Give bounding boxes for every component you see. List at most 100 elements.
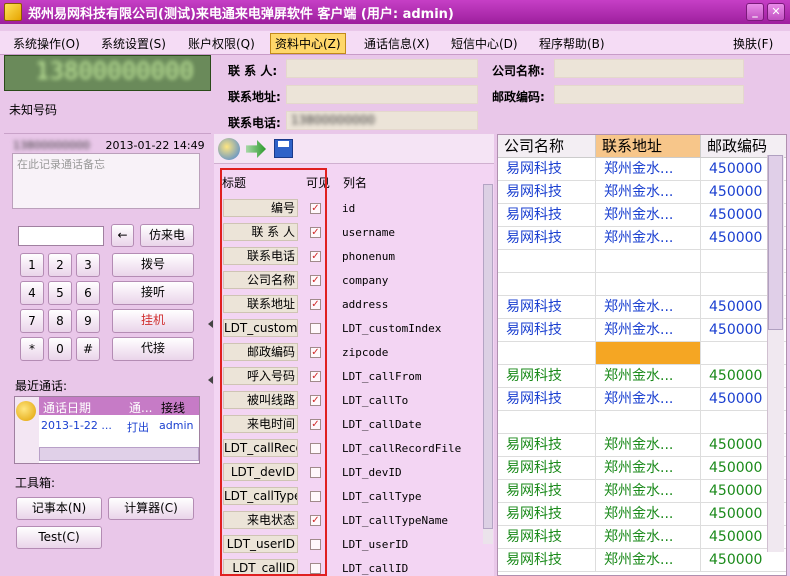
zip-field[interactable]: [554, 85, 744, 104]
field-column-name: phonenum: [342, 250, 395, 263]
grid-cell-company[interactable]: 易网科技: [498, 158, 596, 181]
recent-row[interactable]: 2013-1-22 ... 打出 admin: [39, 417, 199, 435]
grid-cell-address[interactable]: 郑州金水...: [596, 434, 701, 457]
grid-cell-company[interactable]: 易网科技: [498, 480, 596, 503]
address-field[interactable]: [286, 85, 478, 104]
grid-cell-address[interactable]: 郑州金水...: [596, 526, 701, 549]
fake-call-button[interactable]: 仿来电: [140, 224, 194, 247]
key-8[interactable]: 8: [48, 309, 72, 333]
notepad-button[interactable]: 记事本(N): [16, 497, 102, 520]
grid-cell-company[interactable]: 易网科技: [498, 227, 596, 250]
contact-name-field[interactable]: [286, 59, 478, 78]
close-button[interactable]: ✕: [767, 3, 785, 21]
grid-cell-address[interactable]: 郑州金水...: [596, 204, 701, 227]
key-7[interactable]: 7: [20, 309, 44, 333]
collapse-left-icon[interactable]: [208, 320, 213, 328]
phone-field-value: 13800000000: [291, 113, 375, 127]
title-bar: 郑州易网科技有限公司(测试)来电通来电弹屏软件 客户端 (用户: admin) …: [0, 0, 790, 24]
key-3[interactable]: 3: [76, 253, 100, 277]
menu-system-ops[interactable]: 系统操作(O): [13, 35, 80, 52]
field-column-name: LDT_callType: [342, 490, 422, 503]
key-6[interactable]: 6: [76, 281, 100, 305]
settings-icon[interactable]: [218, 138, 240, 160]
grid-cell-zip[interactable]: 450000: [701, 549, 786, 572]
calculator-button[interactable]: 计算器(C): [108, 497, 194, 520]
grid-cell-address[interactable]: 郑州金水...: [596, 457, 701, 480]
menu-call-info[interactable]: 通话信息(X): [364, 35, 430, 52]
transfer-button[interactable]: 代接: [112, 337, 194, 361]
field-config-scroll-thumb[interactable]: [483, 184, 493, 529]
recent-hscrollbar[interactable]: [39, 447, 199, 461]
dial-button[interactable]: 拨号: [112, 253, 194, 277]
grid-cell-address[interactable]: 郑州金水...: [596, 549, 701, 572]
grid-cell-company[interactable]: 易网科技: [498, 388, 596, 411]
key-1[interactable]: 1: [20, 253, 44, 277]
grid-cell-address[interactable]: 郑州金水...: [596, 388, 701, 411]
backspace-button[interactable]: ←: [111, 224, 134, 247]
grid-cell-address[interactable]: 郑州金水...: [596, 319, 701, 342]
grid-cell-company[interactable]: 易网科技: [498, 296, 596, 319]
field-column-name: LDT_callFrom: [342, 370, 422, 383]
answer-button[interactable]: 接听: [112, 281, 194, 305]
dial-input[interactable]: [18, 226, 104, 246]
key-2[interactable]: 2: [48, 253, 72, 277]
save-icon[interactable]: [274, 139, 293, 158]
hangup-button[interactable]: 挂机: [112, 309, 194, 333]
key-0[interactable]: 0: [48, 337, 72, 361]
grid-cell-address[interactable]: [596, 250, 701, 273]
grid-cell-address[interactable]: 郑州金水...: [596, 480, 701, 503]
grid-cell-company[interactable]: 易网科技: [498, 204, 596, 227]
key-9[interactable]: 9: [76, 309, 100, 333]
key-5[interactable]: 5: [48, 281, 72, 305]
phone-field[interactable]: 13800000000: [286, 111, 478, 130]
grid-cell-company[interactable]: 易网科技: [498, 457, 596, 480]
menu-help[interactable]: 程序帮助(B): [539, 35, 605, 52]
field-column-name: LDT_callTypeName: [342, 514, 448, 527]
company-field[interactable]: [554, 59, 744, 78]
menu-skin[interactable]: 换肤(F): [733, 35, 773, 52]
grid-cell-address[interactable]: [596, 273, 701, 296]
zip-label: 邮政编码:: [492, 90, 545, 104]
key-star[interactable]: *: [20, 337, 44, 361]
grid-scroll-thumb[interactable]: [768, 155, 783, 330]
grid-cell-address[interactable]: 郑州金水...: [596, 227, 701, 250]
recent-icon-column: [15, 397, 39, 463]
contact-avatar-icon: [16, 401, 36, 421]
recent-header-date: 通话日期: [43, 401, 92, 415]
test-button[interactable]: Test(C): [16, 526, 102, 549]
grid-cell-company[interactable]: 易网科技: [498, 319, 596, 342]
call-memo-input[interactable]: 在此记录通话备忘: [12, 153, 200, 209]
arrow-right-icon[interactable]: [246, 140, 266, 158]
left-separator: [4, 133, 211, 134]
grid-cell-company[interactable]: [498, 342, 596, 365]
grid-cell-company[interactable]: [498, 250, 596, 273]
menu-system-settings[interactable]: 系统设置(S): [101, 35, 166, 52]
grid-cell-address[interactable]: [596, 342, 701, 365]
grid-cell-company[interactable]: 易网科技: [498, 181, 596, 204]
grid-cell-company[interactable]: [498, 411, 596, 434]
collapse-left-icon-2[interactable]: [208, 376, 213, 384]
key-hash[interactable]: #: [76, 337, 100, 361]
grid-cell-company[interactable]: 易网科技: [498, 526, 596, 549]
grid-header-company[interactable]: 公司名称: [498, 135, 596, 158]
grid-cell-address[interactable]: 郑州金水...: [596, 503, 701, 526]
menu-sms-center[interactable]: 短信中心(D): [451, 35, 518, 52]
header-column: 列名: [343, 176, 368, 190]
grid-cell-company[interactable]: [498, 273, 596, 296]
grid-cell-address[interactable]: 郑州金水...: [596, 181, 701, 204]
menu-data-center[interactable]: 资料中心(Z): [270, 33, 346, 54]
menu-account-permissions[interactable]: 账户权限(Q): [188, 35, 255, 52]
grid-cell-company[interactable]: 易网科技: [498, 503, 596, 526]
grid-cell-address[interactable]: 郑州金水...: [596, 158, 701, 181]
grid-cell-company[interactable]: 易网科技: [498, 434, 596, 457]
grid-cell-company[interactable]: 易网科技: [498, 549, 596, 572]
grid-cell-company[interactable]: 易网科技: [498, 365, 596, 388]
field-column-name: address: [342, 298, 389, 311]
key-4[interactable]: 4: [20, 281, 44, 305]
minimize-button[interactable]: _: [746, 3, 764, 21]
grid-header-address[interactable]: 联系地址: [596, 135, 701, 158]
grid-cell-address[interactable]: 郑州金水...: [596, 296, 701, 319]
grid-cell-address[interactable]: 郑州金水...: [596, 365, 701, 388]
call-info: 13800000000 2013-01-22 14:49: [13, 139, 205, 152]
grid-cell-address[interactable]: [596, 411, 701, 434]
